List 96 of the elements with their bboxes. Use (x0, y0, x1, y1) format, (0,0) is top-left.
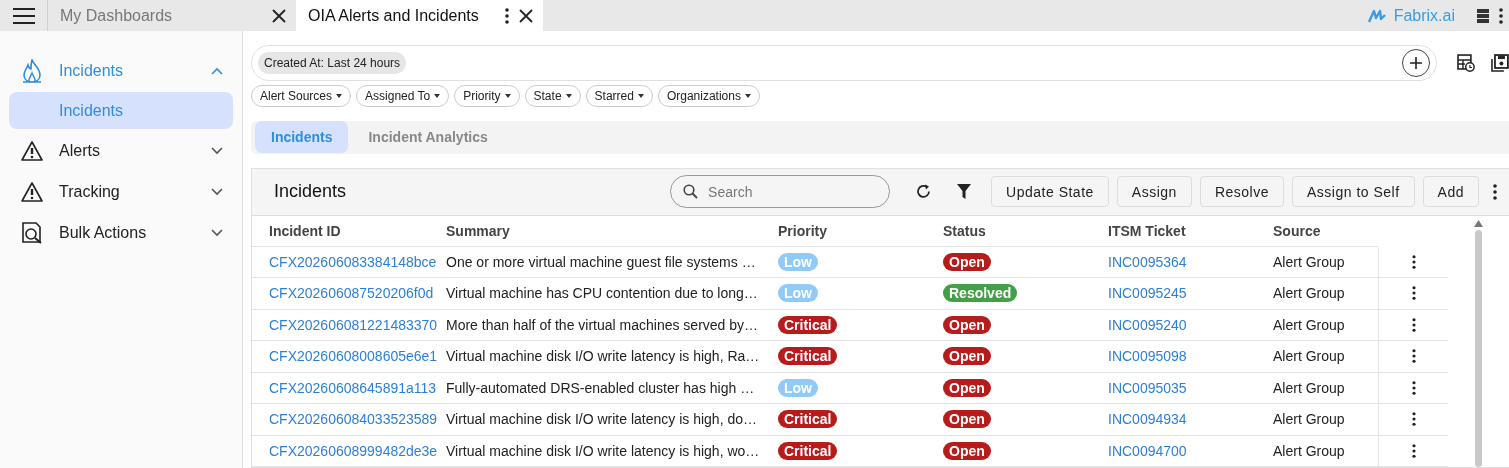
table-cell: One or more virtual machine guest file systems … (446, 246, 778, 278)
calendar-clock-icon[interactable] (1457, 54, 1476, 72)
chevron-down-icon[interactable] (211, 188, 223, 196)
filter-dropdown[interactable]: Priority (454, 85, 520, 107)
chevron-up-icon[interactable] (211, 67, 223, 75)
column-header: Summary (446, 215, 778, 247)
table-cell: Alert Group (1273, 278, 1378, 310)
chevron-down-icon[interactable] (211, 147, 223, 155)
column-header: ITSM Ticket (1108, 215, 1273, 247)
filter-icon[interactable] (957, 184, 972, 199)
action-button[interactable]: Update State (991, 176, 1109, 207)
caret-icon (637, 94, 644, 98)
caret-icon (744, 94, 751, 98)
scrollbar-thumb[interactable] (1475, 229, 1482, 467)
ticket-link[interactable]: INC0095245 (1108, 278, 1273, 310)
status-badge: Open (943, 410, 991, 429)
caret-icon (434, 94, 441, 98)
document-search-icon (21, 222, 43, 244)
incident-link[interactable]: CFX20260608645891a113 (252, 372, 446, 404)
status-badge: Open (943, 378, 991, 397)
search-field[interactable]: Search (670, 175, 891, 208)
status-badge: Open (943, 252, 991, 271)
incident-link[interactable]: CFX202606081221483370 (252, 309, 446, 341)
priority-badge: Critical (778, 315, 838, 334)
sidebar-item[interactable]: Bulk Actions (9, 213, 233, 253)
brand-name: Fabrix.ai (1393, 6, 1455, 25)
scroll-up-icon[interactable] (1474, 219, 1483, 227)
status-badge: Resolved (943, 284, 1018, 303)
server-icon[interactable] (1477, 8, 1489, 23)
ticket-link[interactable]: INC0095240 (1108, 309, 1273, 341)
caret-icon (565, 94, 572, 98)
incident-link[interactable]: CFX20260608999482de3e (252, 435, 446, 467)
filter-dropdown[interactable]: Starred (585, 85, 653, 107)
view-tab[interactable]: Incident Analytics (352, 121, 504, 154)
status-badge: Open (943, 347, 991, 366)
warning-icon (21, 182, 43, 202)
column-header: Status (943, 215, 1108, 247)
status-badge: Open (943, 315, 991, 334)
warning-icon (21, 141, 43, 161)
filter-dropdown[interactable]: Assigned To (356, 85, 450, 107)
table-cell: Alert Group (1273, 372, 1378, 404)
incident-link[interactable]: CFX20260608008605e6e1 (252, 341, 446, 373)
column-header: Priority (778, 215, 943, 247)
chevron-down-icon[interactable] (211, 229, 223, 237)
filter-chip[interactable]: Created At: Last 24 hours (258, 52, 407, 74)
action-button[interactable]: Resolve (1199, 176, 1284, 207)
caret-icon (336, 94, 343, 98)
incident-link[interactable]: CFX202606087520206f0d (252, 278, 446, 310)
table-cell: Virtual machine disk I/O write latency is high, do… (446, 404, 778, 436)
action-button[interactable]: Assign (1116, 176, 1192, 207)
table-cell: Fully-automated DRS-enabled cluster has high … (446, 372, 778, 404)
table-cell: More than half of the virtual machines served by… (446, 309, 778, 341)
table-cell: Alert Group (1273, 341, 1378, 373)
sidebar-item[interactable]: Incidents (9, 51, 233, 91)
priority-badge: Low (778, 284, 818, 303)
table-cell: Alert Group (1273, 435, 1378, 467)
ticket-link[interactable]: INC0094934 (1108, 404, 1273, 436)
priority-badge: Critical (778, 410, 838, 429)
status-badge: Open (943, 441, 991, 460)
filter-dropdown[interactable]: Alert Sources (251, 85, 352, 107)
table-cell: Alert Group (1273, 246, 1378, 278)
ticket-link[interactable]: INC0095098 (1108, 341, 1273, 373)
menu-icon[interactable] (12, 7, 35, 24)
incident-link[interactable]: CFX202606083384148bce (252, 246, 446, 278)
sidebar-item[interactable]: Alerts (9, 131, 233, 171)
sidebar-subitem[interactable]: Incidents (9, 92, 233, 129)
priority-badge: Low (778, 252, 818, 271)
ticket-link[interactable]: INC0095364 (1108, 246, 1273, 278)
priority-badge: Critical (778, 441, 838, 460)
add-filter-button[interactable] (1402, 49, 1431, 77)
table-cell: Virtual machine has CPU contention due to long… (446, 278, 778, 310)
column-header: Source (1273, 215, 1378, 247)
table-cell: Alert Group (1273, 309, 1378, 341)
ticket-link[interactable]: INC0095035 (1108, 372, 1273, 404)
sidebar-item[interactable]: Tracking (9, 172, 233, 212)
column-header: Incident ID (252, 215, 446, 247)
filter-dropdown[interactable]: Organizations (657, 85, 760, 107)
filter-dropdown[interactable]: State (524, 85, 581, 107)
priority-badge: Low (778, 378, 818, 397)
priority-badge: Critical (778, 347, 838, 366)
logo-icon (1367, 8, 1386, 23)
table-cell: Virtual machine disk I/O write latency is high, Ra… (446, 341, 778, 373)
view-tab[interactable]: Incidents (255, 121, 349, 154)
table-cell: Virtual machine disk I/O write latency is high, wo… (446, 435, 778, 467)
table-cell: Alert Group (1273, 404, 1378, 436)
caret-icon (504, 94, 511, 98)
action-button[interactable]: Assign to Self (1291, 176, 1415, 207)
table-title: Incidents (274, 181, 348, 202)
ticket-link[interactable]: INC0094700 (1108, 435, 1273, 467)
action-button[interactable]: Add (1422, 176, 1479, 207)
refresh-icon[interactable] (916, 184, 932, 199)
incident-link[interactable]: CFX202606084033523589 (252, 404, 446, 436)
search-icon (683, 184, 699, 199)
save-icon[interactable] (1491, 54, 1509, 72)
plus-icon[interactable] (1410, 57, 1423, 69)
flame-icon (21, 59, 43, 83)
